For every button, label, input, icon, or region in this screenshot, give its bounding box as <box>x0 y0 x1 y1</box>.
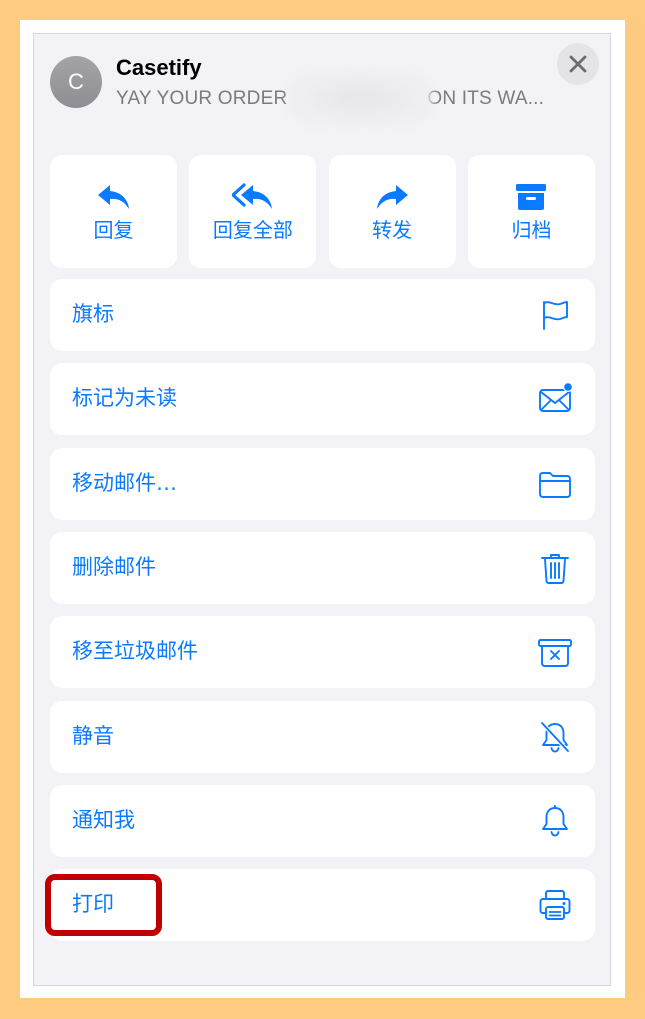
menu-item-label: 移至垃圾邮件 <box>72 639 198 663</box>
mail-actions-sheet: C Casetify YAY YOUR ORDER ON ITS WA... 回复… <box>33 33 611 986</box>
archive-box-icon <box>516 184 547 210</box>
menu-item-label: 静音 <box>72 724 114 748</box>
reply-all-button[interactable]: 回复全部 <box>189 155 317 268</box>
printer-icon <box>539 890 571 920</box>
close-icon <box>569 55 587 73</box>
folder-icon <box>539 472 571 498</box>
trash-icon <box>541 554 569 584</box>
junk-bin-icon <box>538 639 572 667</box>
subject-left: YAY YOUR ORDER <box>116 88 288 109</box>
menu-item-mute[interactable]: 静音 <box>50 701 595 773</box>
bell-slash-icon <box>540 721 570 753</box>
menu-item-move-to-junk[interactable]: 移至垃圾邮件 <box>50 616 595 688</box>
forward-label: 转发 <box>372 218 413 242</box>
menu-item-delete-message[interactable]: 删除邮件 <box>50 532 595 604</box>
menu-item-label: 删除邮件 <box>72 555 156 579</box>
subject-right: ON ITS WA... <box>427 88 545 109</box>
menu-item-label: 旗标 <box>72 302 114 326</box>
menu-item-label: 移动邮件… <box>72 471 177 495</box>
menu-item-move-message[interactable]: 移动邮件… <box>50 448 595 520</box>
redaction-blur <box>288 70 434 126</box>
archive-label: 归档 <box>511 218 552 242</box>
menu-item-notify-me[interactable]: 通知我 <box>50 785 595 857</box>
flag-icon <box>543 301 568 330</box>
forward-icon <box>377 185 409 209</box>
menu-item-flag[interactable]: 旗标 <box>50 279 595 351</box>
bell-icon <box>542 805 568 837</box>
archive-button[interactable]: 归档 <box>467 155 595 268</box>
close-button[interactable] <box>557 43 599 85</box>
reply-icon <box>97 185 129 209</box>
forward-button[interactable]: 转发 <box>328 155 456 268</box>
print-highlight-annotation <box>45 874 162 936</box>
sender-name: Casetify <box>116 55 202 80</box>
sender-avatar: C <box>50 56 102 108</box>
reply-all-label: 回复全部 <box>212 218 293 242</box>
reply-all-icon <box>231 183 272 209</box>
menu-item-label: 通知我 <box>72 808 135 832</box>
unread-envelope-icon <box>539 382 572 412</box>
reply-button[interactable]: 回复 <box>50 155 177 268</box>
reply-label: 回复 <box>93 218 134 242</box>
menu-item-mark-unread[interactable]: 标记为未读 <box>50 363 595 435</box>
quick-actions: 回复 回复全部 转发 归档 <box>50 155 595 268</box>
menu-item-label: 标记为未读 <box>72 386 177 410</box>
avatar-initial: C <box>68 69 84 94</box>
